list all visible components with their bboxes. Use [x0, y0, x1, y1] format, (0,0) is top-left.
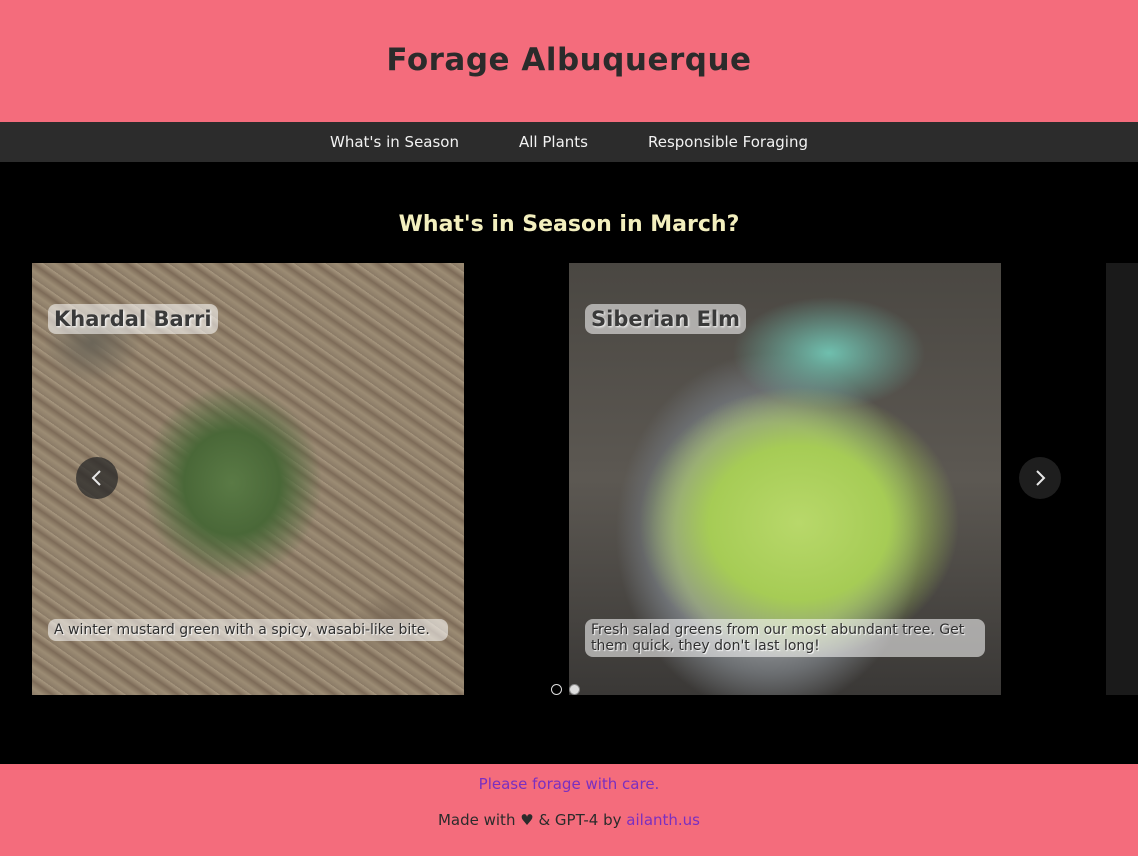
carousel-prev-button[interactable]: [76, 457, 118, 499]
slide-title: Siberian Elm: [585, 304, 747, 334]
forage-care-note: Please forage with care.: [478, 775, 660, 793]
season-heading: What's in Season in March?: [398, 212, 740, 237]
chevron-right-icon: [1036, 470, 1046, 486]
site-footer: Please forage with care. Made with ♥ & G…: [0, 764, 1138, 856]
plant-photo: [1106, 263, 1138, 695]
heart-icon: ♥: [520, 811, 534, 829]
footer-credit: Made with ♥ & GPT-4 by ailanth.us: [0, 811, 1138, 829]
site-header: Forage Albuquerque: [0, 0, 1138, 122]
carousel-dot-1[interactable]: [551, 684, 562, 695]
slide-description: A winter mustard green with a spicy, was…: [48, 619, 448, 641]
carousel-next-button[interactable]: [1019, 457, 1061, 499]
site-title: Forage Albuquerque: [386, 42, 752, 78]
author-link[interactable]: ailanth.us: [626, 811, 700, 829]
chevron-left-icon: [91, 470, 101, 486]
plant-carousel: Khardal Barri A winter mustard green wit…: [0, 263, 1138, 695]
carousel-slide-partial: [1106, 263, 1138, 695]
slide-title: Khardal Barri: [48, 304, 218, 334]
main-nav: What's in Season All Plants Responsible …: [0, 122, 1138, 162]
nav-responsible-foraging[interactable]: Responsible Foraging: [648, 133, 808, 151]
made-with-text: Made with: [437, 811, 516, 829]
carousel-slide[interactable]: Siberian Elm Fresh salad greens from our…: [569, 263, 1001, 695]
gpt-by-text: & GPT-4 by: [538, 811, 622, 829]
nav-whats-in-season[interactable]: What's in Season: [330, 133, 459, 151]
carousel-pagination: [551, 684, 580, 695]
nav-all-plants[interactable]: All Plants: [519, 133, 588, 151]
slide-description: Fresh salad greens from our most abundan…: [585, 619, 985, 657]
carousel-dot-2[interactable]: [569, 684, 580, 695]
